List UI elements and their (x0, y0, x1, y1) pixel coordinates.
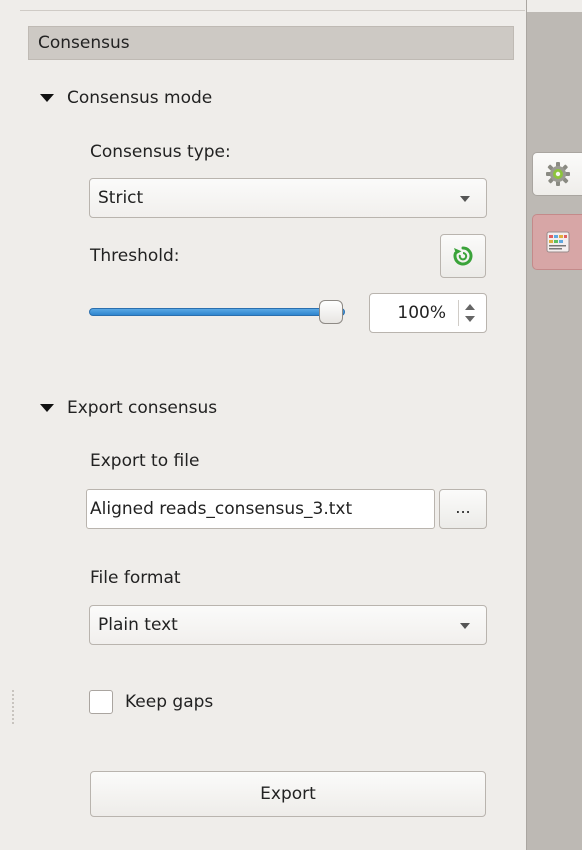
browse-button[interactable]: ... (439, 489, 487, 529)
dropdown-arrow-icon (460, 196, 470, 202)
spinbox-arrows[interactable] (458, 300, 481, 326)
collapse-triangle-icon (40, 94, 54, 102)
options-tab-sidebar (526, 0, 582, 850)
consensus-icon (546, 231, 569, 253)
dropdown-arrow-icon (460, 623, 470, 629)
spin-down-icon[interactable] (465, 316, 475, 322)
consensus-type-label: Consensus type: (90, 142, 231, 162)
options-panel: Consensus Consensus mode Consensus type:… (0, 0, 526, 850)
export-to-file-label: Export to file (90, 451, 200, 471)
reset-threshold-button[interactable] (440, 234, 486, 278)
consensus-mode-section[interactable]: Consensus mode (40, 86, 212, 110)
keep-gaps-checkbox[interactable] (89, 690, 113, 714)
consensus-type-select[interactable]: Strict (89, 178, 487, 218)
export-button[interactable]: Export (90, 771, 486, 817)
collapse-triangle-icon (40, 404, 54, 412)
file-format-label: File format (90, 568, 181, 588)
threshold-slider-track[interactable] (89, 308, 345, 316)
export-file-path-input[interactable]: Aligned reads_consensus_3.txt (86, 489, 435, 529)
consensus-type-value: Strict (98, 188, 144, 208)
panel-header: Consensus (28, 26, 514, 60)
export-consensus-section[interactable]: Export consensus (40, 396, 217, 420)
threshold-label: Threshold: (90, 246, 180, 266)
tab-consensus[interactable] (532, 214, 582, 270)
threshold-slider-handle[interactable] (319, 300, 343, 324)
threshold-spinbox[interactable]: 100% (369, 293, 487, 333)
section-title: Consensus mode (67, 88, 213, 108)
reset-icon (453, 246, 473, 266)
sidebar-top-strip (527, 0, 582, 12)
tab-general-settings[interactable] (532, 152, 582, 196)
file-format-select[interactable]: Plain text (89, 605, 487, 645)
spin-up-icon[interactable] (465, 304, 475, 310)
file-format-value: Plain text (98, 615, 178, 635)
gear-icon (545, 162, 570, 186)
keep-gaps-label[interactable]: Keep gaps (125, 690, 213, 714)
resize-grip[interactable] (12, 690, 16, 724)
threshold-value: 100% (397, 303, 446, 323)
section-title: Export consensus (67, 398, 218, 418)
